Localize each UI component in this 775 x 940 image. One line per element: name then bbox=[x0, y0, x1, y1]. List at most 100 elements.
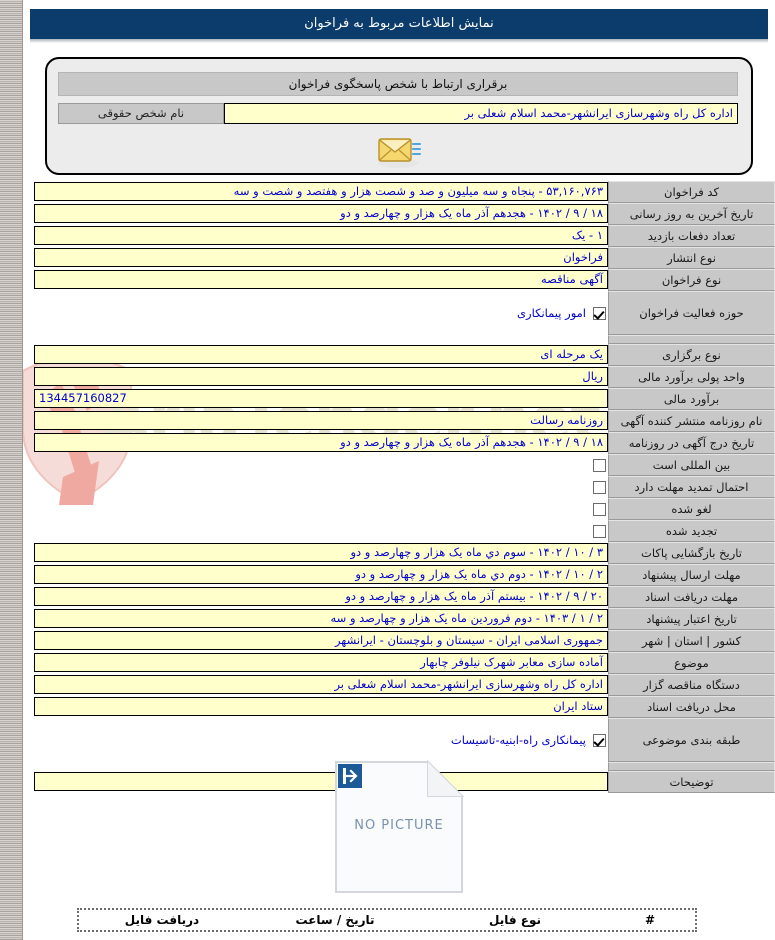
label-international: بین المللی است bbox=[608, 454, 775, 476]
value-currency[interactable]: ریال bbox=[34, 367, 608, 386]
row-last-update: تاریخ آخرین به روز رسانی ۱۸ / ۹ / ۱۴۰۲ -… bbox=[23, 203, 775, 225]
label-holding-type: نوع برگزاری bbox=[608, 344, 775, 366]
value-docs-deadline[interactable]: ۲۰ / ۹ / ۱۴۰۲ - بیستم آذر ماه یک هزار و … bbox=[34, 587, 608, 606]
value-submit-deadline[interactable]: ۲ / ۱۰ / ۱۴۰۲ - دوم دي ماه یک هزار و چها… bbox=[34, 565, 608, 584]
cancelled-checkbox-row[interactable] bbox=[23, 498, 608, 520]
value-renewed-cell bbox=[23, 520, 608, 542]
title-bar-shadow bbox=[30, 39, 768, 43]
contact-person-row: اداره کل راه وشهرسازی ایرانشهر-محمد اسلا… bbox=[58, 103, 738, 124]
value-newspaper-cell: روزنامه رسالت bbox=[23, 410, 608, 432]
row-call-type: نوع فراخوان آگهی مناقصه bbox=[23, 269, 775, 291]
value-docs-deadline-cell: ۲۰ / ۹ / ۱۴۰۲ - بیستم آذر ماه یک هزار و … bbox=[23, 586, 608, 608]
value-call-type[interactable]: آگهی مناقصه bbox=[34, 270, 608, 289]
label-currency: واحد پولی برآورد مالی bbox=[608, 366, 775, 388]
value-visit-count-cell: ۱ - یک bbox=[23, 225, 608, 247]
no-picture-placeholder[interactable]: NO PICTURE bbox=[330, 758, 468, 896]
row-visit-count: تعداد دفعات بازدید ۱ - یک bbox=[23, 225, 775, 247]
classification-value: پیمانکاری راه-ابنیه-تاسیسات bbox=[450, 733, 586, 747]
extension-checkbox[interactable] bbox=[593, 480, 606, 494]
row-activity: حوزه فعالیت فراخوان امور پیمانکاری bbox=[23, 291, 775, 335]
value-opening[interactable]: ۳ / ۱۰ / ۱۴۰۲ - سوم دي ماه یک هزار و چها… bbox=[34, 543, 608, 562]
value-publish-type[interactable]: فراخوان bbox=[34, 248, 608, 267]
row-newspaper: نام روزنامه منتشر کننده آگهی روزنامه رسا… bbox=[23, 410, 775, 432]
value-extension-cell bbox=[23, 476, 608, 498]
label-cancelled: لغو شده bbox=[608, 498, 775, 520]
contact-mail-button[interactable] bbox=[47, 133, 751, 169]
row-classification: طبقه بندی موضوعی پیمانکاری راه-ابنیه-تاس… bbox=[23, 718, 775, 762]
file-col-type: نوع فایل bbox=[489, 913, 541, 927]
value-docs-place-cell: ستاد ایران bbox=[23, 696, 608, 718]
row-cancelled: لغو شده bbox=[23, 498, 775, 520]
value-subject[interactable]: آماده سازی معابر شهرک نیلوفر چابهار bbox=[34, 653, 608, 672]
value-location-cell: جمهوری اسلامی ایران - سیستان و بلوچستان … bbox=[23, 630, 608, 652]
label-extension: احتمال تمدید مهلت دارد bbox=[608, 476, 775, 498]
international-checkbox-row[interactable] bbox=[23, 454, 608, 476]
extension-checkbox-row[interactable] bbox=[23, 476, 608, 498]
contact-panel: برقراری ارتباط با شخص پاسخگوی فراخوان اد… bbox=[45, 57, 753, 175]
value-holding-type[interactable]: یک مرحله ای bbox=[34, 345, 608, 364]
value-submit-deadline-cell: ۲ / ۱۰ / ۱۴۰۲ - دوم دي ماه یک هزار و چها… bbox=[23, 564, 608, 586]
activity-checkbox[interactable] bbox=[593, 306, 606, 320]
row-subject: موضوع آماده سازی معابر شهرک نیلوفر چابها… bbox=[23, 652, 775, 674]
row-validity: تاریخ اعتبار پیشنهاد ۲ / ۱ / ۱۴۰۳ - دوم … bbox=[23, 608, 775, 630]
contact-person-value: اداره کل راه وشهرسازی ایرانشهر-محمد اسلا… bbox=[224, 103, 738, 124]
label-organizer: دستگاه مناقصه گزار bbox=[608, 674, 775, 696]
value-location[interactable]: جمهوری اسلامی ایران - سیستان و بلوچستان … bbox=[34, 631, 608, 650]
row-docs-deadline: مهلت دریافت اسناد ۲۰ / ۹ / ۱۴۰۲ - بیستم … bbox=[23, 586, 775, 608]
label-publish-type: نوع انتشار bbox=[608, 247, 775, 269]
value-organizer-cell: اداره کل راه وشهرسازی ایرانشهر-محمد اسلا… bbox=[23, 674, 608, 696]
value-validity-cell: ۲ / ۱ / ۱۴۰۳ - دوم فروردین ماه یک هزار و… bbox=[23, 608, 608, 630]
label-estimate: برآورد مالی bbox=[608, 388, 775, 410]
classification-checkbox-row[interactable]: پیمانکاری راه-ابنیه-تاسیسات bbox=[23, 729, 608, 751]
renewed-checkbox[interactable] bbox=[593, 524, 606, 538]
label-activity: حوزه فعالیت فراخوان bbox=[608, 291, 775, 335]
activity-value: امور پیمانکاری bbox=[517, 306, 586, 320]
file-table-header: # نوع فایل تاریخ / ساعت دریافت فایل bbox=[77, 908, 697, 932]
row-code: کد فراخوان ۵۳,۱۶۰,۷۶۳ - پنجاه و سه میلیو… bbox=[23, 181, 775, 203]
row-organizer: دستگاه مناقصه گزار اداره کل راه وشهرسازی… bbox=[23, 674, 775, 696]
value-last-update[interactable]: ۱۸ / ۹ / ۱۴۰۲ - هجدهم آذر ماه یک هزار و … bbox=[34, 204, 608, 223]
label-submit-deadline: مهلت ارسال پیشنهاد bbox=[608, 564, 775, 586]
file-col-number: # bbox=[644, 913, 656, 927]
row-newspaper-date: تاریخ درج آگهی در روزنامه ۱۸ / ۹ / ۱۴۰۲ … bbox=[23, 432, 775, 454]
label-subject: موضوع bbox=[608, 652, 775, 674]
value-newspaper-date[interactable]: ۱۸ / ۹ / ۱۴۰۲ - هجدهم آذر ماه یک هزار و … bbox=[34, 433, 608, 452]
activity-checkbox-row[interactable]: امور پیمانکاری bbox=[23, 302, 608, 324]
left-scroll-strip[interactable] bbox=[0, 0, 23, 940]
label-classification: طبقه بندی موضوعی bbox=[608, 718, 775, 762]
value-visit-count[interactable]: ۱ - یک bbox=[34, 226, 608, 245]
label-opening: تاریخ بازگشایی پاکات bbox=[608, 542, 775, 564]
label-validity: تاریخ اعتبار پیشنهاد bbox=[608, 608, 775, 630]
label-docs-deadline: مهلت دریافت اسناد bbox=[608, 586, 775, 608]
cancelled-checkbox[interactable] bbox=[593, 502, 606, 516]
value-estimate[interactable]: 134457160827 bbox=[34, 389, 608, 408]
value-organizer[interactable]: اداره کل راه وشهرسازی ایرانشهر-محمد اسلا… bbox=[34, 675, 608, 694]
label-call-type: نوع فراخوان bbox=[608, 269, 775, 291]
row-holding-type: نوع برگزاری یک مرحله ای bbox=[23, 344, 775, 366]
row-spacer-1 bbox=[23, 335, 775, 344]
value-activity-cell: امور پیمانکاری bbox=[23, 291, 608, 335]
row-opening: تاریخ بازگشایی پاکات ۳ / ۱۰ / ۱۴۰۲ - سوم… bbox=[23, 542, 775, 564]
value-last-update-cell: ۱۸ / ۹ / ۱۴۰۲ - هجدهم آذر ماه یک هزار و … bbox=[23, 203, 608, 225]
row-submit-deadline: مهلت ارسال پیشنهاد ۲ / ۱۰ / ۱۴۰۲ - دوم د… bbox=[23, 564, 775, 586]
value-code[interactable]: ۵۳,۱۶۰,۷۶۳ - پنجاه و سه میلیون و صد و شص… bbox=[34, 182, 608, 201]
value-validity[interactable]: ۲ / ۱ / ۱۴۰۳ - دوم فروردین ماه یک هزار و… bbox=[34, 609, 608, 628]
no-picture-label: NO PICTURE bbox=[354, 818, 444, 833]
value-cancelled-cell bbox=[23, 498, 608, 520]
value-newspaper[interactable]: روزنامه رسالت bbox=[34, 411, 608, 430]
renewed-checkbox-row[interactable] bbox=[23, 520, 608, 542]
file-col-download: دریافت فایل bbox=[124, 913, 200, 927]
contact-person-label: نام شخص حقوقی bbox=[58, 103, 224, 124]
value-call-type-cell: آگهی مناقصه bbox=[23, 269, 608, 291]
value-code-cell: ۵۳,۱۶۰,۷۶۳ - پنجاه و سه میلیون و صد و شص… bbox=[23, 181, 608, 203]
envelope-icon[interactable] bbox=[376, 133, 422, 169]
value-subject-cell: آماده سازی معابر شهرک نیلوفر چابهار bbox=[23, 652, 608, 674]
classification-checkbox[interactable] bbox=[593, 733, 606, 747]
value-docs-place[interactable]: ستاد ایران bbox=[34, 697, 608, 716]
row-renewed: تجدید شده bbox=[23, 520, 775, 542]
international-checkbox[interactable] bbox=[593, 458, 606, 472]
contact-panel-header: برقراری ارتباط با شخص پاسخگوی فراخوان bbox=[58, 72, 738, 96]
file-col-datetime: تاریخ / ساعت bbox=[295, 913, 375, 927]
tender-info-table: کد فراخوان ۵۳,۱۶۰,۷۶۳ - پنجاه و سه میلیو… bbox=[23, 181, 775, 793]
value-newspaper-date-cell: ۱۸ / ۹ / ۱۴۰۲ - هجدهم آذر ماه یک هزار و … bbox=[23, 432, 608, 454]
